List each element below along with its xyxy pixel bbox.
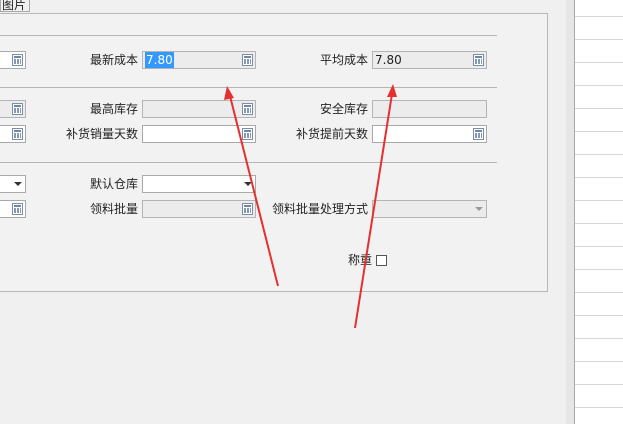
annotation-arrows: [224, 84, 397, 329]
arrow-line-latest-cost: [229, 95, 279, 287]
arrow-line-average-cost: [354, 93, 393, 329]
arrow-head-latest-cost: [224, 86, 234, 100]
arrow-head-average-cost: [387, 84, 397, 97]
